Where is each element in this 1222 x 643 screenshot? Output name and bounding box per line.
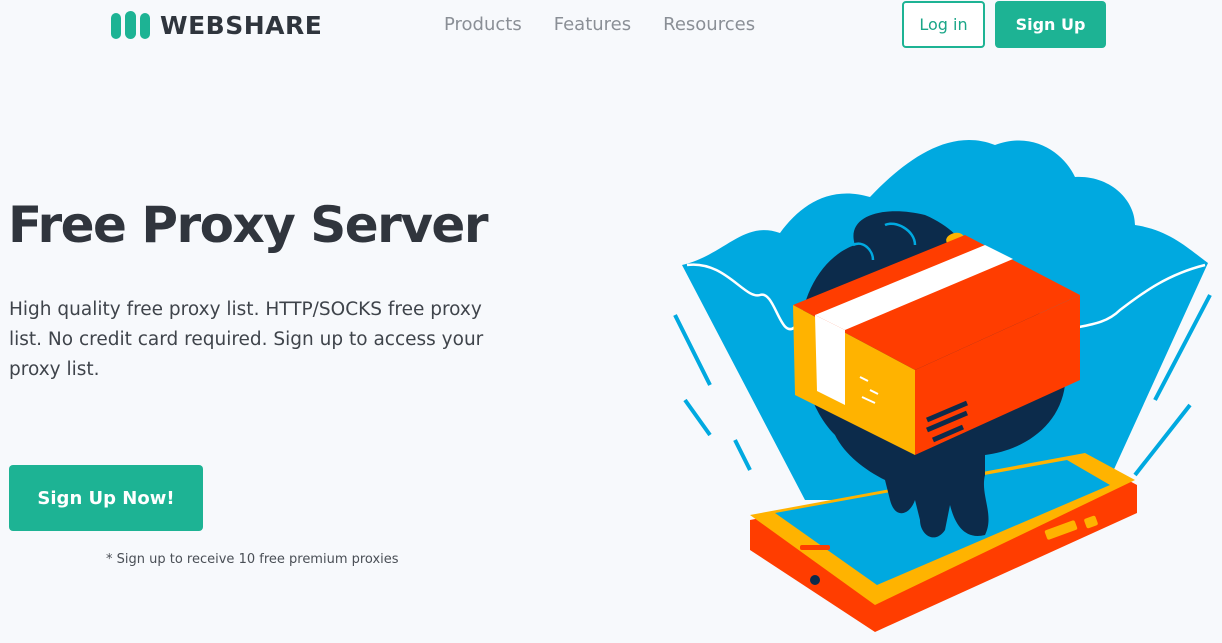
nav-features[interactable]: Features [554,14,631,36]
main-nav: Products Features Resources [444,14,755,36]
hero-illustration [673,139,1212,632]
nav-products[interactable]: Products [444,14,522,36]
signup-button[interactable]: Sign Up [995,1,1106,48]
hero-description: High quality free proxy list. HTTP/SOCKS… [9,299,484,380]
cta-note: * Sign up to receive 10 free premium pro… [106,552,399,567]
nav-resources[interactable]: Resources [663,14,755,36]
signup-now-button[interactable]: Sign Up Now! [9,465,203,531]
webshare-logo-icon [111,11,150,39]
logo[interactable]: WEBSHARE [110,9,322,41]
login-button[interactable]: Log in [902,1,985,48]
hero-title: Free Proxy Server [8,196,489,254]
logo-text: WEBSHARE [160,10,323,40]
site-header: WEBSHARE Products Features Resources Log… [0,0,1222,52]
